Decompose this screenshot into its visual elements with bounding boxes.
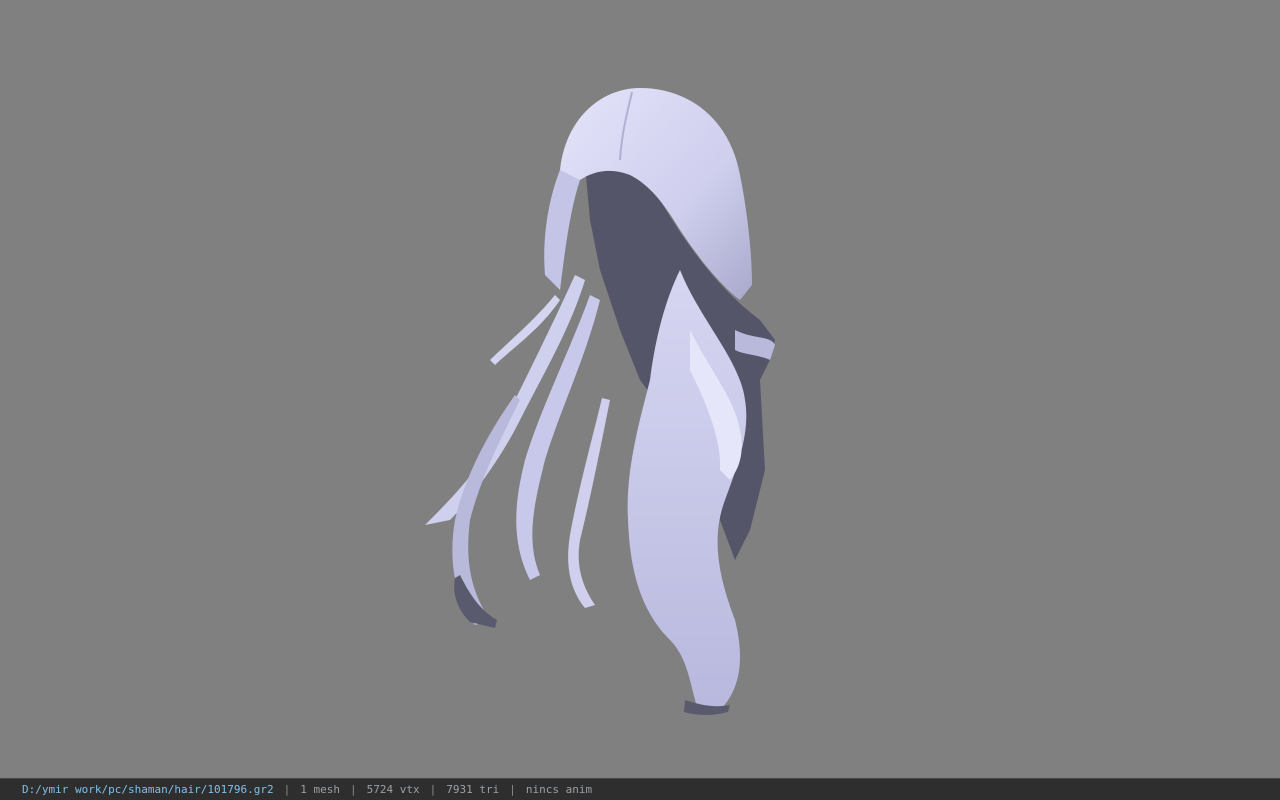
separator: | [350, 783, 357, 796]
hair-strand-tip-left [454, 575, 497, 628]
hair-strand-left-5 [568, 398, 610, 608]
animation-status-label: nincs anim [525, 783, 593, 796]
separator: | [283, 783, 291, 796]
hair-model-render [425, 88, 775, 715]
hair-side-left [544, 170, 580, 290]
mesh-count-label: 1 mesh [300, 783, 341, 796]
vertex-count-label: 5724 vtx [366, 783, 420, 796]
3d-viewport[interactable] [0, 0, 1280, 778]
triangle-count-label: 7931 tri [446, 783, 500, 796]
separator: | [509, 783, 516, 796]
status-bar: D:/ymir work/pc/shaman/hair/101796.gr2 |… [0, 778, 1280, 800]
separator: | [429, 783, 437, 796]
file-path-label: D:/ymir work/pc/shaman/hair/101796.gr2 [22, 783, 274, 796]
